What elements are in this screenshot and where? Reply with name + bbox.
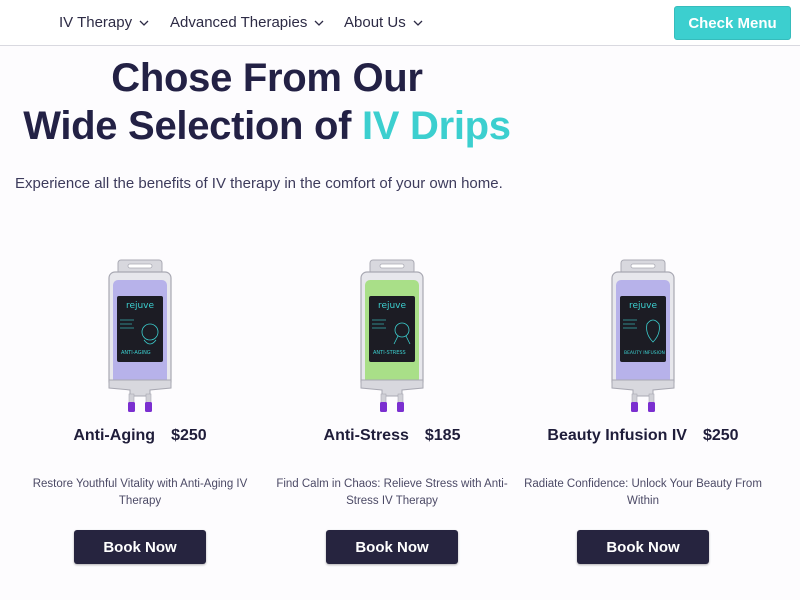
product-title: Anti-Stress $185: [266, 427, 518, 445]
product-name: Beauty Infusion IV: [547, 427, 687, 444]
product-card-anti-stress: rejuve ANTI-STRESS Anti-Stress $185 Find …: [266, 258, 518, 568]
product-name: Anti-Aging: [73, 427, 156, 444]
bag-brand: rejuve: [126, 301, 155, 311]
product-description: Restore Youthful Vitality with Anti-Agin…: [32, 478, 248, 507]
nav-item-iv-therapy[interactable]: IV Therapy: [59, 14, 150, 31]
product-price: $250: [171, 427, 207, 444]
product-price: $250: [702, 427, 739, 444]
nav-item-label: About Us: [344, 14, 406, 31]
product-title: Beauty Infusion IV $250: [517, 427, 769, 445]
product-card-beauty-infusion: rejuve BEAUTY INFUSION Beauty Infusion I…: [517, 258, 769, 568]
check-menu-button[interactable]: Check Menu: [674, 6, 791, 40]
product-description: Find Calm in Chaos: Relieve Stress with …: [276, 478, 508, 507]
hero-title-prefix: Wide Selection of: [23, 104, 362, 148]
iv-bag-image: rejuve ANTI-AGING: [108, 259, 172, 412]
product-price: $185: [424, 427, 461, 444]
product-title: Anti-Aging $250: [14, 427, 266, 445]
nav-item-advanced-therapies[interactable]: Advanced Therapies: [170, 14, 325, 31]
product-card-anti-aging: rejuve ANTI-AGING Anti-Aging $250 Restore…: [14, 258, 266, 568]
hero-title-line2: Wide Selection of IV Drips: [0, 104, 534, 149]
bag-label: BEAUTY INFUSION: [624, 350, 665, 356]
product-name: Anti-Stress: [323, 427, 409, 444]
nav-item-label: IV Therapy: [59, 14, 133, 31]
book-now-button[interactable]: Book Now: [577, 530, 709, 564]
hero-title-accent: IV Drips: [361, 104, 511, 148]
hero-subtitle: Experience all the benefits of IV therap…: [15, 175, 503, 192]
bag-label: ANTI-STRESS: [373, 350, 406, 356]
iv-bag-image: rejuve ANTI-STRESS: [360, 259, 424, 412]
product-description: Radiate Confidence: Unlock Your Beauty F…: [524, 478, 762, 507]
chevron-down-icon: [314, 20, 324, 26]
bag-brand: rejuve: [378, 301, 407, 311]
chevron-down-icon: [413, 20, 423, 26]
nav-item-about-us[interactable]: About Us: [344, 14, 424, 31]
top-nav: IV Therapy Advanced Therapies About Us C…: [0, 0, 800, 46]
book-now-button[interactable]: Book Now: [326, 530, 458, 564]
iv-bag-image: rejuve BEAUTY INFUSION: [611, 259, 675, 412]
book-now-button[interactable]: Book Now: [74, 530, 206, 564]
bag-label: ANTI-AGING: [121, 350, 151, 356]
hero-title-line1: Chose From Our: [111, 56, 423, 100]
bag-brand: rejuve: [629, 301, 658, 311]
nav-item-label: Advanced Therapies: [170, 14, 308, 31]
chevron-down-icon: [139, 20, 149, 26]
